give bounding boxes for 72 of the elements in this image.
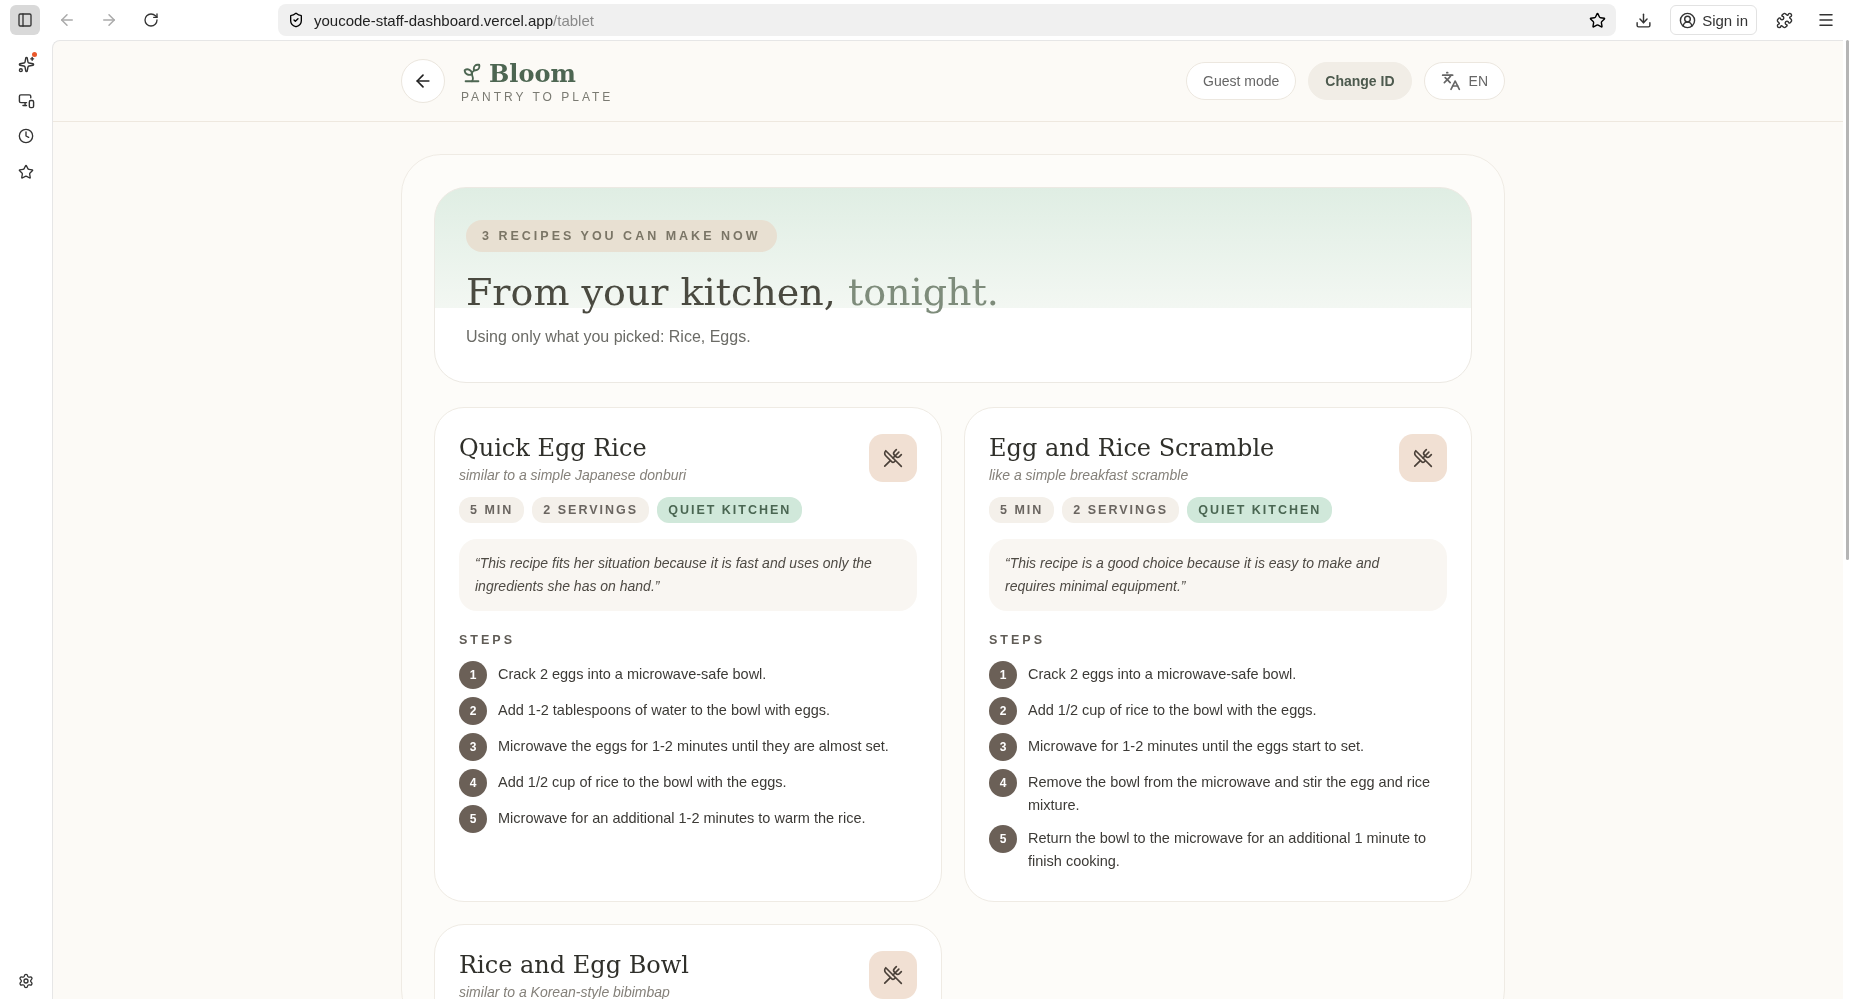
utensils-icon	[883, 965, 903, 985]
hero-subtitle: Using only what you picked: Rice, Eggs.	[466, 328, 751, 346]
step-number: 5	[989, 825, 1017, 853]
step-text: Return the bowl to the microwave for an additional 1 minute to finish cooking.	[1028, 829, 1428, 871]
recipe-tag: 5 MIN	[989, 497, 1055, 523]
sidebar-icon	[17, 12, 33, 28]
language-button[interactable]: EN	[1423, 62, 1505, 100]
address-bar[interactable]: youcode-staff-dashboard.vercel.app/tablet	[278, 4, 1617, 36]
step-number: 3	[459, 733, 487, 761]
brand-tagline: PANTRY TO PLATE	[461, 89, 614, 104]
step-text: Add 1/2 cup of rice to the bowl with the eggs.	[1028, 701, 1317, 720]
recipe-subtitle: similar to a simple Japanese donburi	[459, 467, 687, 483]
recipe-quote: “This recipe fits her situation because it is fast and uses only the ingredients she has on hand.”	[459, 539, 917, 611]
bookmark-star-icon[interactable]	[1589, 11, 1607, 29]
recipe-quote: “This recipe is a good choice because it is easy to make and requires minimal equipment.”	[989, 539, 1447, 611]
settings-icon	[18, 973, 34, 989]
recipe-tag: 2 SERVINGS	[1062, 497, 1180, 523]
header-button[interactable]: Change ID	[1308, 62, 1412, 100]
notification-dot	[32, 52, 37, 57]
shield-icon	[288, 12, 304, 28]
utensils-button[interactable]	[1399, 434, 1447, 482]
recipe-tag: QUIET KITCHEN	[657, 497, 803, 523]
recipe-subtitle: like a simple breakfast scramble	[989, 467, 1190, 483]
utensils-icon	[1413, 448, 1433, 468]
scrollbar-thumb[interactable]	[1845, 40, 1849, 560]
utensils-icon	[883, 448, 903, 468]
star-icon	[18, 164, 34, 180]
step-text: Remove the bowl from the microwave and stir the egg and rice mixture.	[1028, 773, 1432, 815]
step-number: 5	[459, 805, 487, 833]
download-icon	[1634, 11, 1652, 29]
recipe-subtitle: similar to a Korean-style bibimbap	[459, 984, 671, 999]
step-number: 4	[989, 769, 1017, 797]
step-number: 1	[989, 661, 1017, 689]
step-text: Microwave for an additional 1-2 minutes to warm the rice.	[498, 809, 866, 828]
puzzle-icon	[1775, 11, 1793, 29]
steps-heading: STEPS	[459, 633, 516, 647]
clock-icon	[18, 128, 34, 144]
devices-icon	[17, 91, 35, 109]
step-text: Add 1-2 tablespoons of water to the bowl with eggs.	[498, 701, 831, 720]
utensils-button[interactable]	[869, 951, 917, 999]
step-text: Crack 2 eggs into a microwave-safe bowl.	[1028, 665, 1297, 684]
sparkle-icon	[17, 55, 35, 73]
step-text: Crack 2 eggs into a microwave-safe bowl.	[498, 665, 767, 684]
recipe-tag: QUIET KITCHEN	[1187, 497, 1333, 523]
utensils-button[interactable]	[869, 434, 917, 482]
recipe-title: Egg and Rice Scramble	[989, 434, 1275, 462]
step-number: 4	[459, 769, 487, 797]
step-number: 1	[459, 661, 487, 689]
menu-icon	[1817, 11, 1835, 29]
hero-title: From your kitchen, tonight.	[466, 270, 999, 314]
translate-icon	[1440, 71, 1461, 91]
reload-icon	[143, 12, 159, 28]
forward-arrow-icon	[100, 11, 118, 29]
step-text: Microwave for 1-2 minutes until the eggs start to set.	[1028, 737, 1365, 756]
brand-name: Bloom	[489, 58, 576, 88]
recipe-title: Quick Egg Rice	[459, 434, 648, 462]
recipe-count-badge: 3 RECIPES YOU CAN MAKE NOW	[466, 220, 777, 252]
sidebar-toggle-button[interactable]	[10, 5, 40, 35]
recipe-tag: 2 SERVINGS	[532, 497, 650, 523]
step-number: 2	[459, 697, 487, 725]
account-icon	[1679, 11, 1697, 29]
steps-heading: STEPS	[989, 633, 1046, 647]
step-number: 3	[989, 733, 1017, 761]
recipe-tag: 5 MIN	[459, 497, 525, 523]
recipe-title: Rice and Egg Bowl	[459, 951, 689, 979]
header-button[interactable]: Guest mode	[1186, 62, 1297, 100]
step-text: Add 1/2 cup of rice to the bowl with the eggs.	[498, 773, 787, 792]
sprout-icon	[461, 62, 483, 84]
step-number: 2	[989, 697, 1017, 725]
sign-in-button[interactable]: Sign in	[1670, 5, 1757, 35]
step-text: Microwave the eggs for 1-2 minutes until they are almost set.	[498, 737, 889, 756]
back-button[interactable]	[401, 59, 445, 103]
